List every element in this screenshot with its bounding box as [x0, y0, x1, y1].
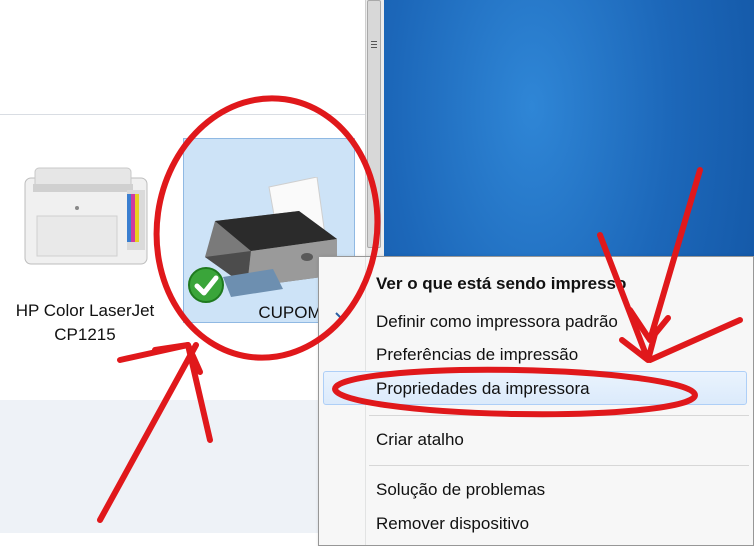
scrollbar-thumb[interactable] — [367, 0, 381, 248]
devices-pane: HP Color LaserJet CP1215 CUPOM — [0, 0, 372, 533]
menu-item-preferences[interactable]: Preferências de impressão — [319, 338, 754, 372]
device-label: HP Color LaserJet — [15, 301, 155, 320]
menu-item-troubleshoot[interactable]: Solução de problemas — [319, 473, 754, 507]
menu-item-remove-device[interactable]: Remover dispositivo — [319, 507, 754, 541]
laser-printer-icon — [24, 167, 148, 265]
device-label: CP1215 — [54, 325, 116, 344]
menu-separator — [369, 415, 749, 416]
menu-item-create-shortcut[interactable]: Criar atalho — [319, 423, 754, 457]
details-band — [0, 400, 372, 533]
menu-separator — [369, 465, 749, 466]
pane-divider — [0, 114, 372, 115]
check-icon — [188, 267, 224, 303]
menu-item-see-printing[interactable]: Ver o que está sendo impresso — [319, 267, 754, 301]
menu-item-properties[interactable]: Propriedades da impressora — [323, 371, 747, 405]
context-menu: Ver o que está sendo impresso Definir co… — [318, 256, 754, 546]
menu-item-set-default[interactable]: Definir como impressora padrão — [319, 305, 754, 339]
